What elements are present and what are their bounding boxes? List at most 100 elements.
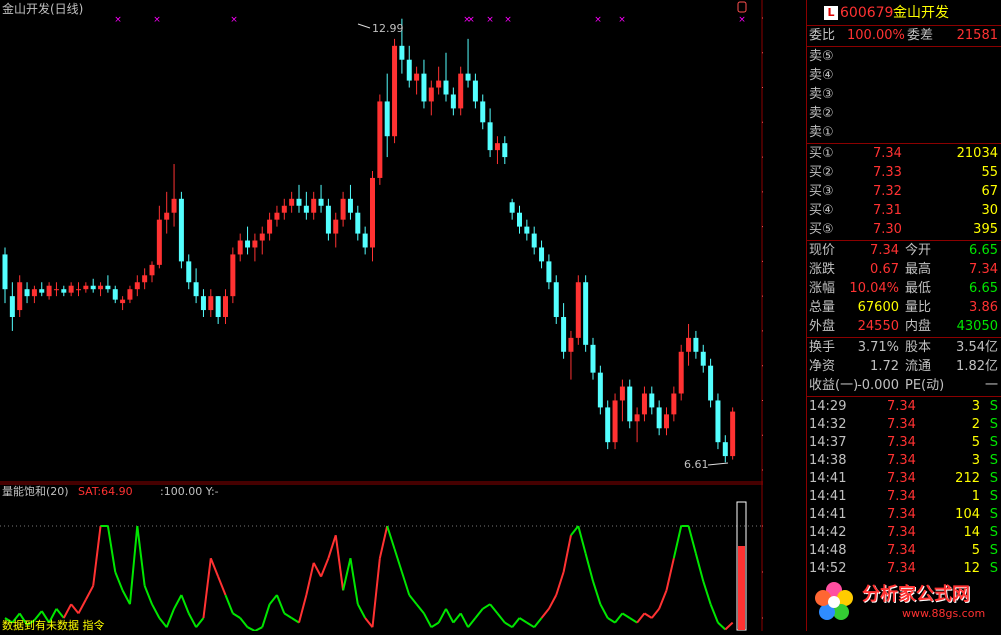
candle-body [450,94,456,109]
sat-segment [694,553,705,582]
candle-body [24,289,30,297]
sell-level-label: 卖③ [809,87,834,102]
sat-segment [717,621,726,631]
sat-segment [327,534,337,559]
quote-value: 3.86 [969,300,998,315]
quote-label: 最低 [905,281,932,296]
candle-body [340,198,346,220]
x-markers: × × × ×× × × × × × [114,15,746,25]
weibi-value: 100.00% [847,28,905,43]
sell-level-row: 卖⑤ [807,48,1001,66]
finance-label: 收益(一) [809,378,859,393]
sat-segment [643,612,653,619]
candle-body [487,122,493,151]
candle-body [39,289,45,293]
sat-segment [92,525,102,586]
sat-segment [320,557,330,577]
expand-icon[interactable] [737,1,747,13]
tick-side: S [989,489,998,504]
candle-body [370,177,375,248]
sat-segment [452,612,462,624]
candle-body [421,73,427,102]
candle-body [215,296,221,318]
sat-gauge-fill [738,546,745,630]
sat-segment [393,548,403,573]
sat-indicator-line [4,501,747,631]
sat-segment [268,594,278,605]
tick-volume: 5 [971,543,980,558]
quote-label: 涨幅 [809,281,836,296]
candle-body [377,101,383,178]
sat-segment [128,525,139,605]
sat-segment [423,612,433,628]
tick-price: 7.34 [887,417,916,432]
sat-segment [121,589,131,605]
candle-body [480,101,486,123]
sat-segment [158,617,168,628]
sat-segment [180,594,190,614]
finance-value: 3.54亿 [956,340,998,355]
candle-body [127,289,133,300]
sat-segment [702,580,712,605]
sat-segment [55,608,65,619]
sat-segment [371,558,381,628]
candle-body [237,240,243,255]
signal-x-mark: × [738,15,746,25]
watermark-url: www.88gs.com [902,607,986,620]
candle-body [193,282,199,297]
sell-level-label: 卖④ [809,68,834,83]
candle-body [223,296,228,318]
kline-chart[interactable]: ×××××××××× 13.0012.5012.0011.5011.0010.5… [0,0,763,631]
candle-body [436,80,442,88]
candle-body [693,337,699,352]
tick-row: 14:37 7.34 5 S [807,434,1001,452]
signal-x-mark: × [114,15,122,25]
buy-level-row: 买③ 7.32 67 [807,183,1001,201]
candle-body [634,414,640,422]
buy-level-label: 买③ [809,184,834,199]
finance-value: 3.71% [857,340,899,355]
indicator-sat-value: SAT:64.90 [78,485,133,498]
sat-segment [209,557,220,577]
sat-segment [724,621,734,631]
sell-level-row: 卖① [807,124,1001,142]
sat-segment [540,608,550,619]
candle-body [46,285,52,297]
candle-body [619,386,625,401]
sat-segment [143,585,153,605]
quote-label: 今开 [905,243,932,258]
candle-body [730,411,736,457]
sat-segment [459,612,469,628]
quote-label: 总量 [809,300,836,315]
sat-segment [408,594,418,605]
finance-row: 净资 1.72 流通 1.82亿 [807,358,1001,376]
candle-body [517,212,522,227]
high-price-label: 12.99 [372,22,404,35]
sat-segment [548,594,558,610]
candle-body [458,73,464,109]
quote-value: 24550 [857,319,899,334]
sat-segment [584,553,594,582]
tick-volume: 14 [963,525,980,540]
quote-value: 7.34 [969,262,998,277]
finance-row: 换手 3.71% 股本 3.54亿 [807,339,1001,357]
tick-time: 14:48 [809,543,847,558]
candle-body [333,219,339,234]
quote-value: 7.34 [870,243,899,258]
candle-body [715,400,721,443]
candle-body [76,289,81,291]
candle-body [2,254,8,290]
tick-volume: 5 [971,435,980,450]
sat-segment [400,571,411,596]
tick-row: 14:42 7.34 14 S [807,524,1001,542]
candle-body [112,289,118,300]
candle-body [605,407,611,443]
sat-segment [349,558,359,605]
sat-segment [342,557,352,591]
tick-side: S [989,543,998,558]
buy-level-label: 买① [809,146,834,161]
sell-level-row: 卖② [807,105,1001,123]
tick-side: S [989,507,998,522]
chart-frame [0,0,763,631]
tick-price: 7.34 [887,543,916,558]
